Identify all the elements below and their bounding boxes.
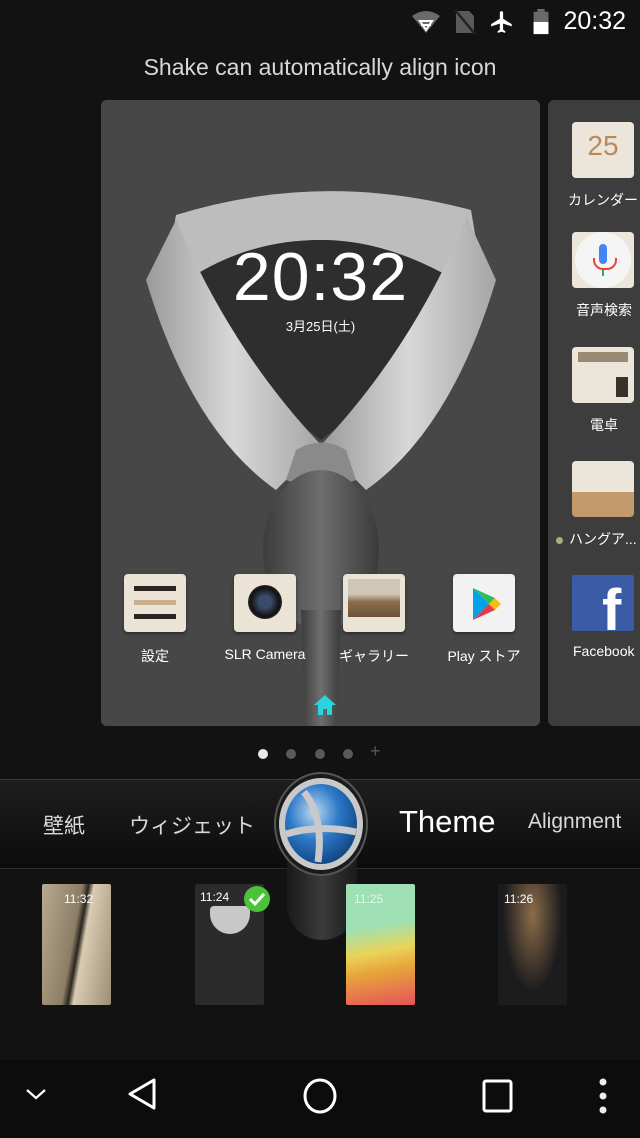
status-time: 20:32 — [563, 7, 626, 35]
page-dot-1[interactable] — [258, 749, 268, 759]
no-sim-icon — [454, 9, 476, 35]
theme-preview-time: 11:24 — [200, 890, 230, 904]
app-label: Play ストア — [447, 648, 521, 664]
hint-text: Shake can automatically align icon — [143, 54, 497, 80]
theme-preview-time: 11:32 — [64, 892, 94, 906]
selected-check-icon — [244, 886, 270, 912]
page-dot-4[interactable] — [343, 749, 353, 759]
wifi-icon — [412, 11, 440, 33]
clock-date: 3月25日(土) — [285, 319, 356, 334]
app-facebook[interactable]: f Facebook — [548, 575, 640, 659]
app-label: Facebook — [573, 643, 635, 659]
home-indicator-icon — [314, 695, 336, 715]
settings-icon — [124, 574, 186, 632]
home-button-icon[interactable] — [302, 1078, 338, 1114]
tab-theme[interactable]: Theme — [399, 804, 495, 840]
app-label: SLR Camera — [224, 646, 306, 662]
app-hangouts[interactable]: ハングア... — [548, 461, 640, 549]
app-label: 電卓 — [590, 417, 618, 433]
app-slr-camera[interactable]: SLR Camera — [215, 574, 315, 662]
new-app-dot — [556, 536, 563, 544]
theme-preview-time: 11:25 — [354, 892, 384, 906]
collapse-icon[interactable] — [24, 1086, 48, 1102]
facebook-icon: f — [572, 575, 634, 640]
camera-icon — [234, 574, 296, 632]
recents-icon[interactable] — [482, 1079, 514, 1113]
calendar-icon: 25 — [572, 122, 634, 178]
calendar-date: 25 — [587, 130, 619, 161]
app-settings[interactable]: 設定 — [105, 574, 205, 666]
page-dot-3[interactable] — [315, 749, 325, 759]
play-store-icon — [453, 574, 515, 632]
app-play-store[interactable]: Play ストア — [434, 574, 534, 666]
status-bar: 20:32 — [0, 0, 640, 44]
theme-thumbnail-3[interactable]: 11:25 — [346, 884, 415, 1005]
calculator-icon — [572, 347, 634, 403]
back-icon[interactable] — [126, 1077, 158, 1111]
app-calendar[interactable]: 25 カレンダー — [548, 122, 640, 210]
app-label: 設定 — [141, 648, 169, 664]
clock-time: 20:32 — [232, 239, 409, 315]
app-voice-search[interactable]: 音声検索 — [548, 232, 640, 320]
app-gallery[interactable]: ギャラリー — [324, 574, 424, 666]
more-icon[interactable] — [597, 1078, 609, 1114]
page-dot-2[interactable] — [286, 749, 296, 759]
tab-alignment[interactable]: Alignment — [528, 810, 621, 834]
airplane-icon — [491, 11, 512, 33]
app-label: ギャラリー — [339, 648, 409, 664]
tab-widgets[interactable]: ウィジェット — [129, 810, 255, 840]
app-label: ハングア... — [548, 529, 640, 549]
app-label-text: ハングア... — [569, 531, 637, 547]
gallery-icon — [343, 574, 405, 632]
add-page-button[interactable]: + — [370, 741, 381, 762]
app-label: カレンダー — [568, 192, 638, 208]
battery-icon — [533, 9, 549, 35]
home-page-preview[interactable]: 20:32 3月25日(土) 設定 SLR Camera ギャラリー Play … — [101, 100, 540, 726]
navigation-bar — [0, 1060, 640, 1138]
theme-thumbnail-4[interactable]: 11:26 — [498, 884, 567, 1005]
hangouts-icon — [572, 461, 634, 517]
tab-wallpaper[interactable]: 壁紙 — [43, 810, 85, 840]
next-page-preview[interactable]: 25 カレンダー 音声検索 電卓 ハングア... f Facebook — [548, 100, 640, 726]
app-calculator[interactable]: 電卓 — [548, 347, 640, 435]
theme-knob-icon[interactable] — [274, 772, 368, 876]
voice-search-icon — [572, 232, 634, 288]
theme-thumbnail-1[interactable]: 11:32 — [42, 884, 111, 1005]
app-label: 音声検索 — [576, 302, 632, 318]
theme-preview-time: 11:26 — [504, 892, 534, 906]
